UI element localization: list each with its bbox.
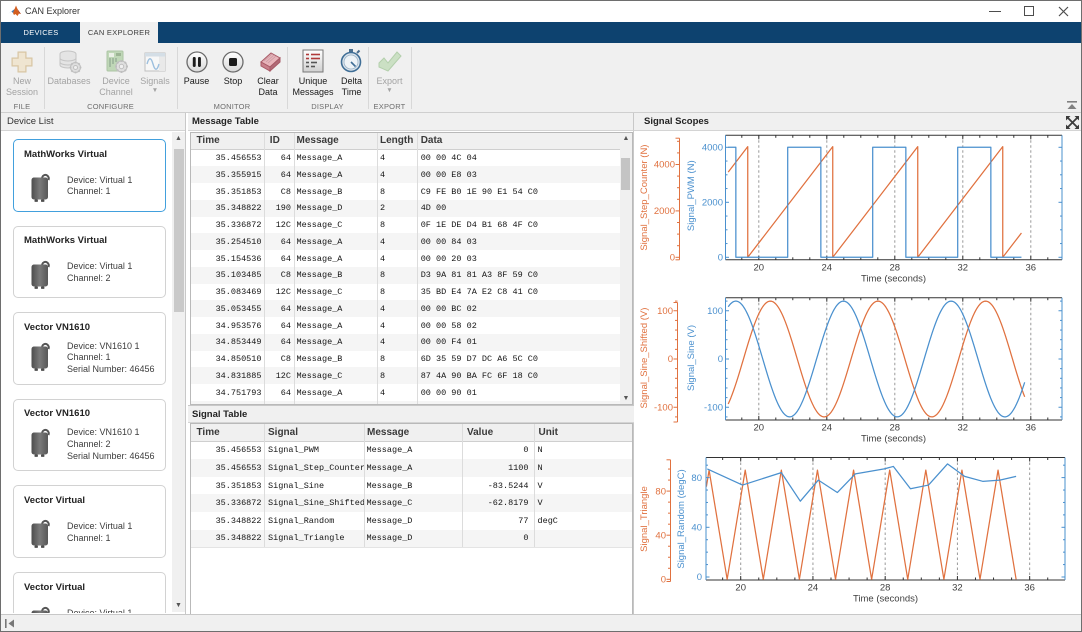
svg-text:80: 80	[655, 486, 666, 497]
svg-text:Signal_Sine (V): Signal_Sine (V)	[686, 325, 697, 391]
svg-text:32: 32	[952, 583, 963, 594]
svg-text:Signal_Sine_Shifted (V): Signal_Sine_Shifted (V)	[639, 308, 650, 409]
svg-text:4000: 4000	[702, 143, 723, 154]
svg-text:0: 0	[668, 354, 673, 365]
svg-text:20: 20	[754, 423, 765, 434]
svg-text:36: 36	[1026, 263, 1037, 274]
svg-text:36: 36	[1026, 423, 1037, 434]
svg-text:24: 24	[822, 423, 833, 434]
svg-text:Time (seconds): Time (seconds)	[853, 594, 918, 605]
svg-text:28: 28	[880, 583, 891, 594]
svg-text:Signal_Triangle: Signal_Triangle	[639, 486, 650, 552]
svg-text:-100: -100	[654, 402, 673, 413]
svg-text:40: 40	[691, 523, 702, 534]
svg-text:32: 32	[958, 263, 969, 274]
svg-text:Time (seconds): Time (seconds)	[861, 274, 926, 285]
svg-text:Time (seconds): Time (seconds)	[861, 434, 926, 445]
svg-text:24: 24	[808, 583, 819, 594]
svg-text:0: 0	[718, 253, 723, 264]
svg-text:0: 0	[697, 572, 702, 583]
svg-text:40: 40	[655, 530, 666, 541]
svg-text:28: 28	[890, 423, 901, 434]
svg-text:-100: -100	[704, 402, 723, 413]
svg-text:100: 100	[657, 306, 673, 317]
svg-text:24: 24	[822, 263, 833, 274]
svg-text:32: 32	[958, 423, 969, 434]
svg-text:2000: 2000	[654, 206, 675, 217]
svg-text:Signal_PWM (N): Signal_PWM (N)	[686, 160, 697, 231]
svg-text:28: 28	[890, 263, 901, 274]
svg-text:36: 36	[1024, 583, 1035, 594]
svg-text:20: 20	[735, 583, 746, 594]
svg-text:2000: 2000	[702, 198, 723, 209]
svg-text:0: 0	[661, 575, 666, 586]
svg-text:100: 100	[707, 306, 723, 317]
svg-text:80: 80	[691, 473, 702, 484]
svg-text:Signal_Random (degC): Signal_Random (degC)	[676, 469, 687, 568]
svg-text:Signal_Step_Counter (N): Signal_Step_Counter (N)	[639, 145, 650, 251]
svg-text:0: 0	[718, 354, 723, 365]
svg-text:4000: 4000	[654, 160, 675, 171]
svg-text:20: 20	[754, 263, 765, 274]
svg-text:0: 0	[670, 253, 675, 264]
